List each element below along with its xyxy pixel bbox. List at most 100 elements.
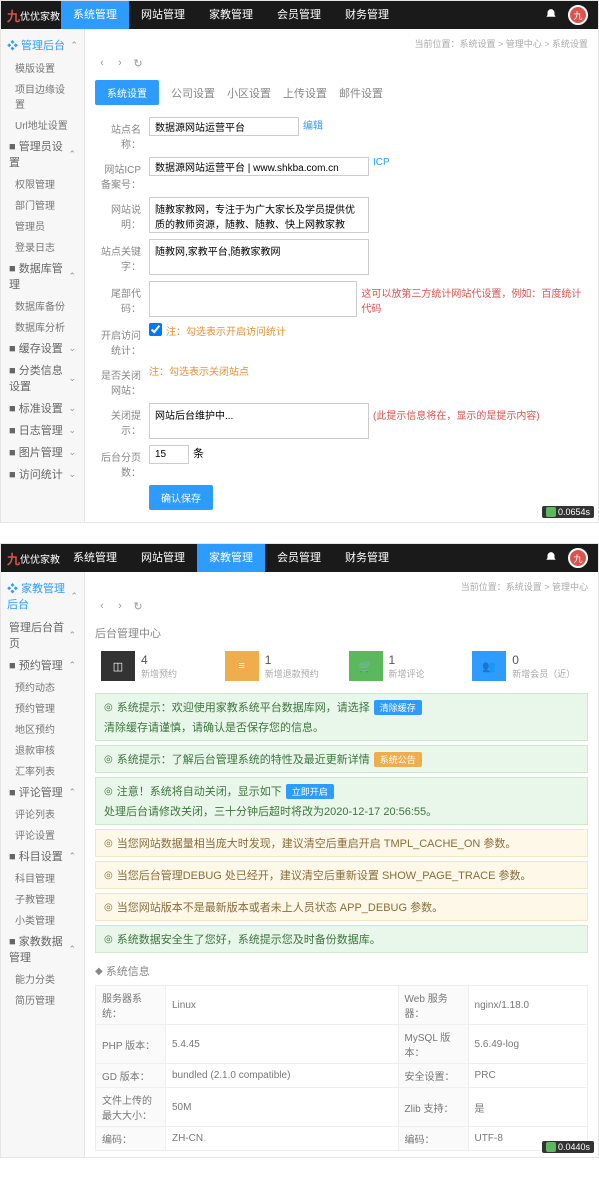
top-nav: 系统管理网站管理家教管理会员管理财务管理 bbox=[61, 544, 401, 572]
chevron-icon[interactable]: ⌃ bbox=[70, 40, 78, 51]
sidebar-group-title[interactable]: ■ 标准设置⌄ bbox=[1, 397, 84, 419]
label: 站点名称： bbox=[95, 117, 149, 151]
desc-textarea[interactable]: 随教家教网，专注于为广大家长及学员提供优质的教师资源，随教、随教、快上网教家教网… bbox=[149, 197, 369, 233]
sidebar-group-title[interactable]: ■ 预约管理⌃ bbox=[1, 654, 84, 676]
stat-card[interactable]: 🛒1新增评论 bbox=[343, 647, 465, 685]
stat-icon: ◫ bbox=[101, 651, 135, 681]
sidebar-item[interactable]: 简历管理 bbox=[1, 989, 84, 1010]
nav-item[interactable]: 系统管理 bbox=[61, 1, 129, 29]
system-info-table: 服务器系统：LinuxWeb 服务器：nginx/1.18.0PHP 版本：5.… bbox=[95, 985, 588, 1151]
chevron-down-icon: ⌄ bbox=[68, 425, 76, 436]
sidebar-item[interactable]: 管理员 bbox=[1, 215, 84, 236]
site-name-input[interactable] bbox=[149, 117, 299, 136]
nav-item[interactable]: 会员管理 bbox=[265, 1, 333, 29]
label: 是否关闭网站： bbox=[95, 363, 149, 397]
sidebar-group-title[interactable]: ■ 评论管理⌃ bbox=[1, 781, 84, 803]
info-cell: 是 bbox=[468, 1088, 587, 1127]
sidebar-item[interactable]: 地区预约 bbox=[1, 718, 84, 739]
label: 开启访问统计： bbox=[95, 323, 149, 357]
chevron-icon[interactable]: ⌃ bbox=[70, 591, 78, 602]
sidebar-group-title[interactable]: ■ 家教数据管理⌃ bbox=[1, 930, 84, 968]
nav-item[interactable]: 财务管理 bbox=[333, 544, 401, 572]
save-button[interactable]: 确认保存 bbox=[149, 485, 213, 510]
sidebar-item[interactable]: 子教管理 bbox=[1, 888, 84, 909]
stat-card[interactable]: ≡1新增退款预约 bbox=[219, 647, 341, 685]
nav-item[interactable]: 系统管理 bbox=[61, 544, 129, 572]
code-textarea[interactable] bbox=[149, 281, 357, 317]
label: 后台分页数： bbox=[95, 445, 149, 479]
nav-item[interactable]: 财务管理 bbox=[333, 1, 401, 29]
tab-item[interactable]: 上传设置 bbox=[283, 80, 327, 105]
info-cell: PHP 版本： bbox=[96, 1025, 166, 1064]
sidebar-item[interactable]: 退款审核 bbox=[1, 739, 84, 760]
sidebar-group-title[interactable]: ■ 分类信息设置⌄ bbox=[1, 359, 84, 397]
stat-label: 新增会员（近） bbox=[512, 667, 575, 680]
sidebar-item[interactable]: 能力分类 bbox=[1, 968, 84, 989]
sidebar-group-title[interactable]: ■ 缓存设置⌄ bbox=[1, 337, 84, 359]
tab-item[interactable]: 公司设置 bbox=[171, 80, 215, 105]
icp-link[interactable]: ICP bbox=[373, 157, 390, 168]
info-cell: nginx/1.18.0 bbox=[468, 986, 587, 1025]
avatar[interactable]: 九 bbox=[568, 548, 588, 568]
sidebar-group-title[interactable]: ■ 访问统计⌄ bbox=[1, 463, 84, 485]
sidebar-item[interactable]: 小类管理 bbox=[1, 909, 84, 930]
avatar[interactable]: 九 bbox=[568, 5, 588, 25]
stat-card[interactable]: 👥0新增会员（近） bbox=[466, 647, 588, 685]
sidebar-item[interactable]: 科目管理 bbox=[1, 867, 84, 888]
alert-chip[interactable]: 立即开启 bbox=[286, 784, 334, 799]
nav-item[interactable]: 网站管理 bbox=[129, 1, 197, 29]
tab-item[interactable]: 邮件设置 bbox=[339, 80, 383, 105]
sidebar-item[interactable]: 权限管理 bbox=[1, 173, 84, 194]
stat-checkbox[interactable] bbox=[149, 323, 162, 336]
tabs: 系统设置 公司设置 小区设置 上传设置 邮件设置 bbox=[95, 76, 588, 109]
sidebar-item[interactable]: Url地址设置 bbox=[1, 114, 84, 135]
sidebar-item[interactable]: 项目边缘设置 bbox=[1, 78, 84, 114]
sidebar-item[interactable]: 数据库备份 bbox=[1, 295, 84, 316]
refresh-icon[interactable]: ↻ bbox=[131, 599, 145, 613]
sidebar-group-title[interactable]: ■ 管理员设置⌃ bbox=[1, 135, 84, 173]
sidebar-item[interactable]: 汇率列表 bbox=[1, 760, 84, 781]
stat-card[interactable]: ◫4新增预约 bbox=[95, 647, 217, 685]
sidebar-item[interactable]: 评论列表 bbox=[1, 803, 84, 824]
back-icon[interactable]: ‹ bbox=[95, 599, 109, 613]
sidebar-header: ❖ 家教管理后台⌃ bbox=[1, 576, 84, 616]
sidebar-group-title[interactable]: ■ 数据库管理⌃ bbox=[1, 257, 84, 295]
main-content: 当前位置：系统设置 > 管理中心 > 系统设置 ‹ › ↻ 系统设置 公司设置 … bbox=[85, 29, 598, 522]
sidebar-group-title[interactable]: ■ 图片管理⌄ bbox=[1, 441, 84, 463]
sidebar-group-title[interactable]: ■ 日志管理⌄ bbox=[1, 419, 84, 441]
tab-active-button[interactable]: 系统设置 bbox=[95, 80, 159, 105]
sidebar-group-title[interactable]: ■ 科目设置⌃ bbox=[1, 845, 84, 867]
tab-item[interactable]: 小区设置 bbox=[227, 80, 271, 105]
nav-item[interactable]: 家教管理 bbox=[197, 544, 265, 572]
bell-icon[interactable] bbox=[544, 8, 558, 22]
edit-link[interactable]: 编辑 bbox=[303, 117, 323, 132]
sidebar-item[interactable]: 登录日志 bbox=[1, 236, 84, 257]
sidebar-item[interactable]: 评论设置 bbox=[1, 824, 84, 845]
sidebar-item[interactable]: 模版设置 bbox=[1, 57, 84, 78]
forward-icon[interactable]: › bbox=[113, 599, 127, 613]
stat-number: 4 bbox=[141, 653, 177, 667]
refresh-icon[interactable]: ↻ bbox=[131, 56, 145, 70]
label: 网站ICP备案号： bbox=[95, 157, 149, 191]
back-icon[interactable]: ‹ bbox=[95, 56, 109, 70]
note: 注：勾选表示开启访问统计 bbox=[166, 323, 286, 338]
sidebar-item[interactable]: 预约动态 bbox=[1, 676, 84, 697]
logo: 九 优优家教 bbox=[1, 1, 61, 29]
nav-item[interactable]: 网站管理 bbox=[129, 544, 197, 572]
alert-chip[interactable]: 系统公告 bbox=[374, 752, 422, 767]
sidebar-item[interactable]: 预约管理 bbox=[1, 697, 84, 718]
forward-icon[interactable]: › bbox=[113, 56, 127, 70]
sidebar-item[interactable]: 数据库分析 bbox=[1, 316, 84, 337]
alert-text: 系统数据安全生了您好，系统提示您及时备份数据库。 bbox=[117, 931, 381, 947]
alert: ◎ 当您后台管理DEBUG 处已经开，建议清空后重新设置 SHOW_PAGE_T… bbox=[95, 861, 588, 889]
alert-chip[interactable]: 清除缓存 bbox=[374, 700, 422, 715]
close-tip-textarea[interactable]: 网站后台维护中... bbox=[149, 403, 369, 439]
icp-input[interactable] bbox=[149, 157, 369, 176]
nav-item[interactable]: 家教管理 bbox=[197, 1, 265, 29]
nav-item[interactable]: 会员管理 bbox=[265, 544, 333, 572]
bell-icon[interactable] bbox=[544, 551, 558, 565]
sidebar-item[interactable]: 部门管理 bbox=[1, 194, 84, 215]
page-input[interactable] bbox=[149, 445, 189, 464]
sidebar-group-title[interactable]: 管理后台首页⌃ bbox=[1, 616, 84, 654]
keywords-textarea[interactable]: 随教网,家教平台,随教家教网 bbox=[149, 239, 369, 275]
